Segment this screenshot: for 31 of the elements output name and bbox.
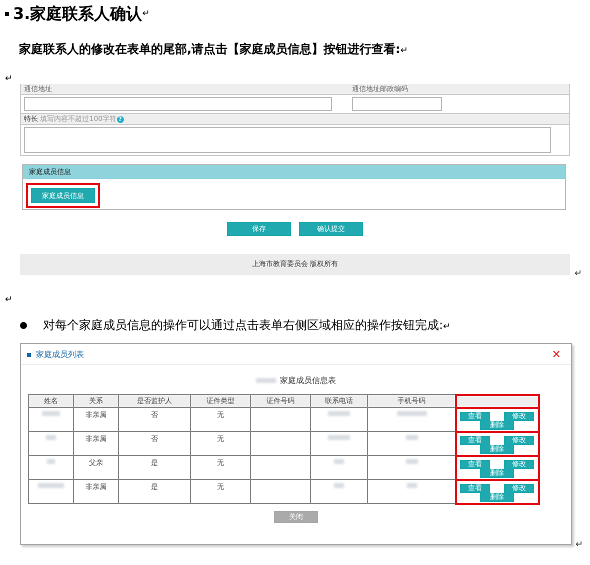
paragraph-mark: ↵: [400, 46, 408, 56]
close-icon[interactable]: ✕: [552, 348, 561, 361]
paragraph-mark: ↵: [443, 322, 451, 332]
section-heading: 3.家庭联系人确认: [13, 4, 142, 24]
bullet-icon: [5, 12, 9, 16]
blurred-text: [42, 411, 60, 416]
address-field[interactable]: [24, 97, 332, 111]
blurred-text: [328, 411, 350, 416]
blurred-text: [47, 459, 55, 464]
blurred-text: [396, 411, 426, 416]
instruction-text: 家庭联系人的修改在表单的尾部,请点击【家庭成员信息】按钮进行查看:: [19, 42, 400, 56]
blurred-text: [256, 378, 276, 383]
paragraph-mark: ↵: [5, 74, 13, 84]
blurred-text: [328, 435, 350, 440]
blurred-text: [334, 459, 344, 464]
blurred-text: [406, 483, 416, 488]
paragraph-mark: ↵: [575, 540, 583, 550]
blurred-text: [406, 459, 418, 464]
paragraph-mark: ↵: [5, 295, 13, 305]
instruction-text: 对每个家庭成员信息的操作可以通过点击表单右侧区域相应的操作按钮完成:: [43, 318, 444, 332]
table-caption: 家庭成员信息表: [280, 375, 336, 386]
blurred-text: [406, 435, 418, 440]
blurred-text: [334, 483, 344, 488]
paragraph-mark: ↵: [142, 9, 150, 19]
blurred-text: [46, 435, 56, 440]
bullet-icon: [20, 322, 27, 329]
postcode-field[interactable]: [352, 97, 442, 111]
specialty-textarea[interactable]: [24, 127, 551, 153]
dialog-title: 家庭成员列表: [27, 349, 84, 360]
paragraph-mark: ↵: [574, 269, 582, 279]
blurred-text: [38, 483, 64, 488]
